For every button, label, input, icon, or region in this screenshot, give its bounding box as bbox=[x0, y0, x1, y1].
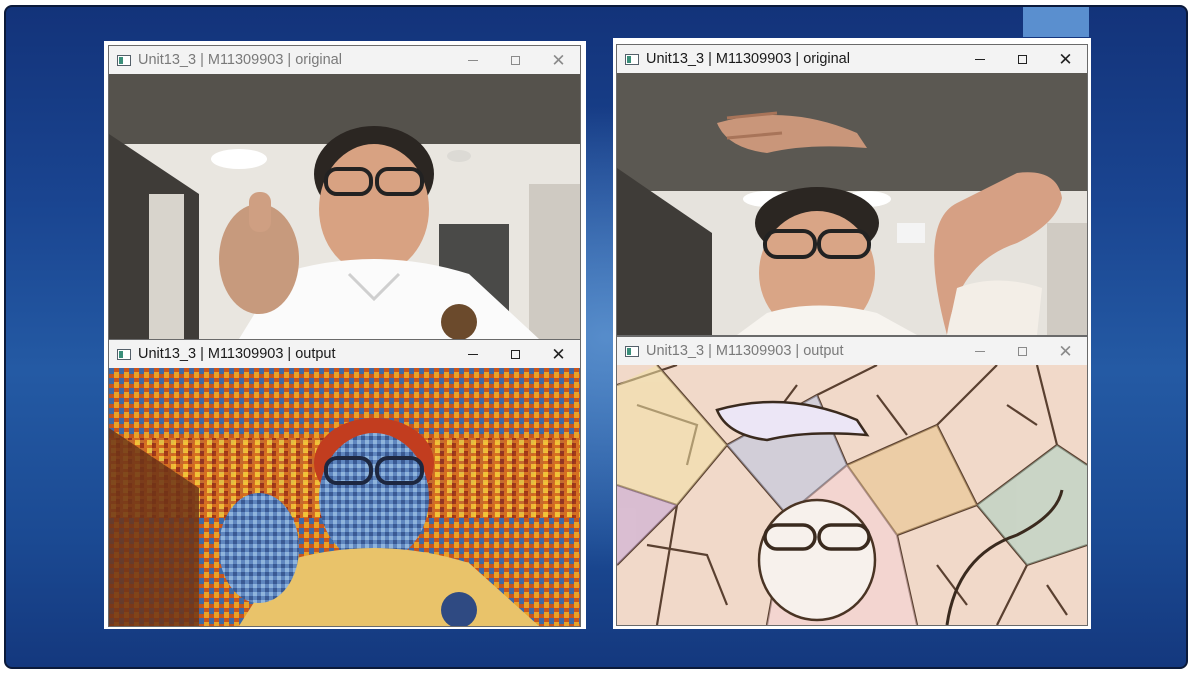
minimize-icon bbox=[974, 350, 985, 352]
opencv-window-icon bbox=[625, 345, 639, 357]
maximize-icon bbox=[511, 55, 520, 65]
window-title: Unit13_3 | M11309903 | original bbox=[138, 52, 342, 68]
webcam-image-thumbs-up bbox=[109, 74, 580, 339]
opencv-window-icon bbox=[117, 348, 131, 360]
stylized-image-stained-glass bbox=[617, 365, 1087, 625]
window-right-output[interactable]: Unit13_3 | M11309903 | output ✕ bbox=[616, 336, 1088, 626]
right-screenshot-group: Unit13_3 | M11309903 | original ✕ Unit13… bbox=[613, 38, 1091, 629]
window-title: Unit13_3 | M11309903 | original bbox=[646, 51, 850, 67]
maximize-button[interactable] bbox=[1001, 45, 1044, 73]
titlebar[interactable]: Unit13_3 | M11309903 | output ✕ bbox=[617, 337, 1087, 365]
camera-frame-original bbox=[109, 74, 580, 339]
slide-accent-bar bbox=[1023, 7, 1089, 37]
maximize-icon bbox=[1018, 346, 1027, 356]
opencv-window-icon bbox=[625, 53, 639, 65]
camera-frame-original bbox=[617, 73, 1087, 335]
window-right-original[interactable]: Unit13_3 | M11309903 | original ✕ bbox=[616, 44, 1088, 336]
window-title: Unit13_3 | M11309903 | output bbox=[138, 346, 336, 362]
camera-frame-output bbox=[617, 365, 1087, 625]
slide-background: Unit13_3 | M11309903 | original ✕ Unit13… bbox=[4, 5, 1188, 669]
close-button[interactable]: ✕ bbox=[537, 46, 580, 74]
minimize-button[interactable] bbox=[451, 340, 494, 368]
close-button[interactable]: ✕ bbox=[1044, 45, 1087, 73]
minimize-button[interactable] bbox=[958, 337, 1001, 365]
webcam-image-raised-hand bbox=[617, 73, 1087, 335]
minimize-icon bbox=[467, 59, 478, 61]
maximize-button[interactable] bbox=[494, 340, 537, 368]
maximize-button[interactable] bbox=[1001, 337, 1044, 365]
titlebar[interactable]: Unit13_3 | M11309903 | output ✕ bbox=[109, 340, 580, 368]
stylized-image-mosaic bbox=[109, 368, 580, 626]
window-title: Unit13_3 | M11309903 | output bbox=[646, 343, 844, 359]
minimize-icon bbox=[467, 353, 478, 355]
titlebar[interactable]: Unit13_3 | M11309903 | original ✕ bbox=[109, 46, 580, 74]
close-button[interactable]: ✕ bbox=[1044, 337, 1087, 365]
minimize-button[interactable] bbox=[451, 46, 494, 74]
close-icon: ✕ bbox=[551, 344, 566, 364]
window-left-original[interactable]: Unit13_3 | M11309903 | original ✕ bbox=[108, 45, 581, 340]
left-screenshot-group: Unit13_3 | M11309903 | original ✕ Unit13… bbox=[104, 41, 586, 629]
minimize-button[interactable] bbox=[958, 45, 1001, 73]
close-button[interactable]: ✕ bbox=[537, 340, 580, 368]
close-icon: ✕ bbox=[1058, 341, 1073, 361]
maximize-button[interactable] bbox=[494, 46, 537, 74]
maximize-icon bbox=[1018, 54, 1027, 64]
close-icon: ✕ bbox=[551, 50, 566, 70]
maximize-icon bbox=[511, 349, 520, 359]
window-left-output[interactable]: Unit13_3 | M11309903 | output ✕ bbox=[108, 339, 581, 627]
titlebar[interactable]: Unit13_3 | M11309903 | original ✕ bbox=[617, 45, 1087, 73]
camera-frame-output bbox=[109, 368, 580, 626]
minimize-icon bbox=[974, 58, 985, 60]
opencv-window-icon bbox=[117, 54, 131, 66]
close-icon: ✕ bbox=[1058, 49, 1073, 69]
